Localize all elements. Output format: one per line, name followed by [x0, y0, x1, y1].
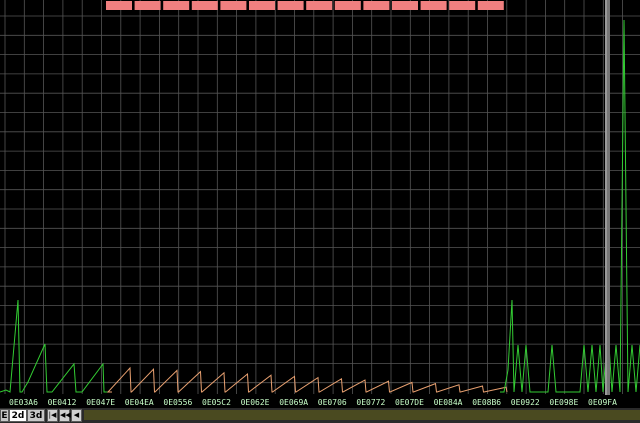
series-end-line [500, 19, 640, 393]
top-block[interactable] [277, 1, 304, 10]
timeline-bar[interactable] [84, 410, 640, 420]
x-tick-label: 0E08B6 [472, 398, 501, 407]
x-tick-label: 0E0772 [356, 398, 385, 407]
top-block[interactable] [477, 1, 504, 10]
grid [0, 0, 640, 394]
x-tick-label: 0E0706 [318, 398, 347, 407]
x-tick-label: 0E07DE [395, 398, 424, 407]
x-tick-label: 0E09FA [588, 398, 617, 407]
top-block[interactable] [249, 1, 275, 10]
chart-plot: 0E03A6 0E0412 0E047E 0E04EA 0E0556 0E05C2 0E06… [0, 0, 640, 407]
x-tick-label: 0E04EA [125, 398, 154, 407]
x-tick-label: 0E05C2 [202, 398, 231, 407]
x-tick-label: 0E0922 [511, 398, 540, 407]
top-block[interactable] [220, 1, 247, 10]
x-tick-label: 0E0412 [48, 398, 77, 407]
x-tick-label: 0E03A6 [9, 398, 38, 407]
series-layer [0, 19, 640, 393]
tab-3d[interactable]: 3d [27, 409, 45, 422]
top-block[interactable] [392, 1, 418, 10]
tab-2d[interactable]: 2d [9, 409, 27, 422]
series-middle-line [106, 366, 508, 393]
x-tick-label: 0E0556 [163, 398, 192, 407]
top-block[interactable] [363, 1, 390, 10]
top-block[interactable] [334, 1, 361, 10]
rewind-icon[interactable]: ◀◀ [59, 409, 71, 422]
x-tick-label: 0E069A [279, 398, 308, 407]
skip-first-icon[interactable]: |◀ [47, 409, 58, 422]
top-block[interactable] [134, 1, 161, 10]
top-block[interactable] [106, 1, 132, 10]
x-tick-label: 0E098E [549, 398, 578, 407]
top-block[interactable] [449, 1, 476, 10]
top-block[interactable] [191, 1, 218, 10]
tab-e[interactable]: E [0, 409, 9, 422]
top-block[interactable] [163, 1, 190, 10]
x-tick-label: 0E047E [86, 398, 115, 407]
step-back-icon[interactable]: ◀ [71, 409, 82, 422]
top-block[interactable] [420, 1, 447, 10]
x-tick-label: 0E084A [434, 398, 463, 407]
top-block[interactable] [306, 1, 333, 10]
x-tick-labels: 0E03A6 0E0412 0E047E 0E04EA 0E0556 0E05C2 0E06… [9, 398, 617, 407]
series-start-line [0, 299, 112, 393]
top-blocks [106, 1, 504, 10]
x-tick-label: 0E062E [241, 398, 270, 407]
